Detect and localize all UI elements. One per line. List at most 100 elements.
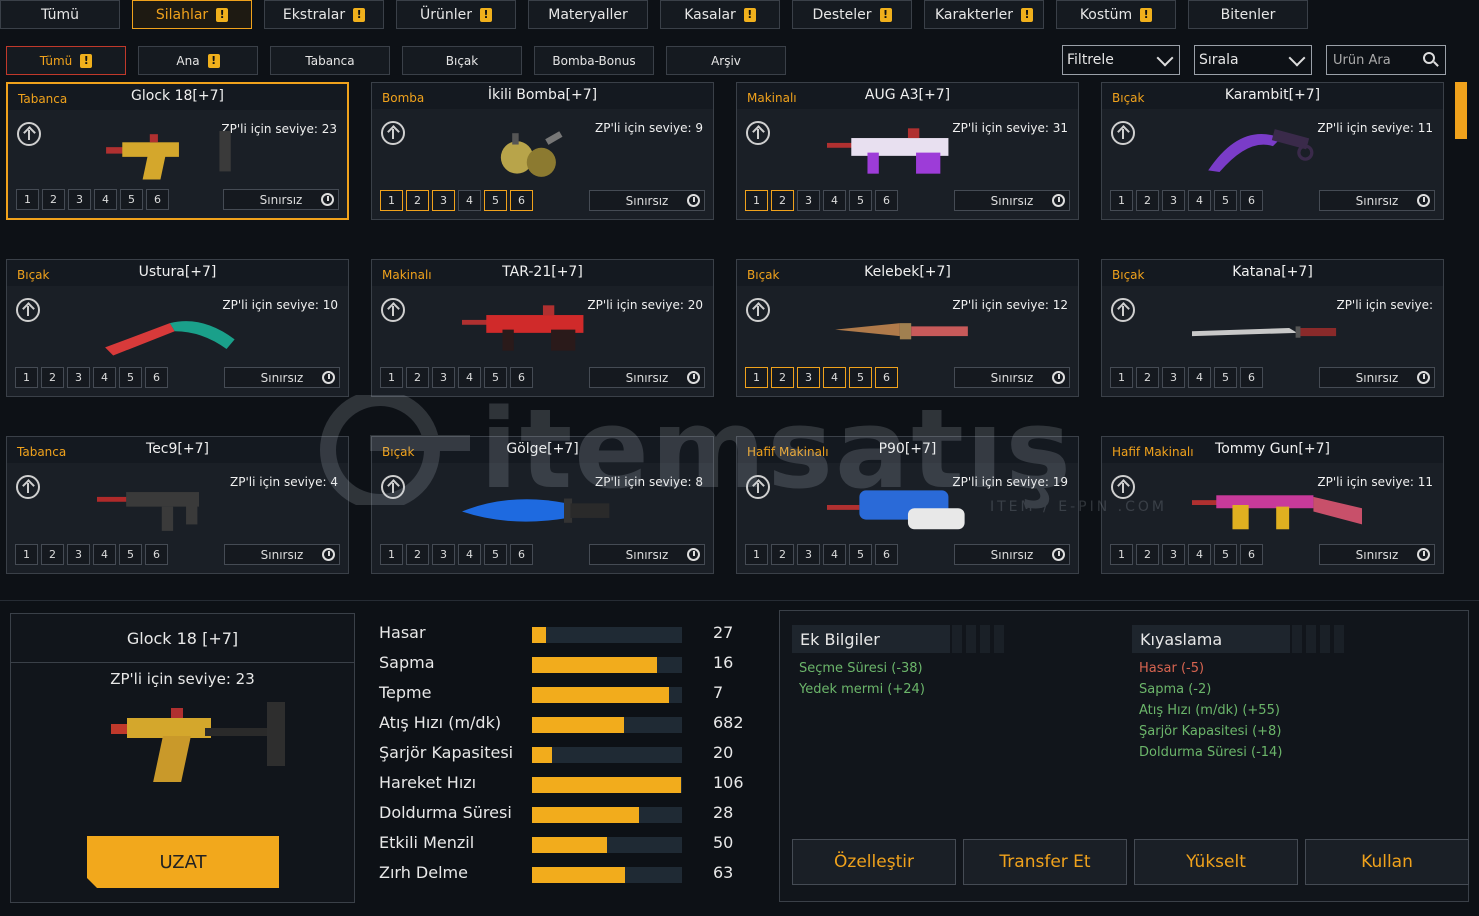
item-card[interactable]: Tabanca Tec9[+7] ZP'li için seviye: 4 12… bbox=[6, 436, 349, 574]
upgrade-slot[interactable]: 1 bbox=[380, 367, 403, 388]
upgrade-arrow-icon[interactable] bbox=[16, 298, 40, 322]
upgrade-slot[interactable]: 3 bbox=[67, 367, 90, 388]
scrollbar-thumb[interactable] bbox=[1455, 82, 1467, 139]
upgrade-slot[interactable]: 1 bbox=[745, 544, 768, 565]
upgrade-slot[interactable]: 2 bbox=[1136, 544, 1159, 565]
item-card[interactable]: Makinalı TAR-21[+7] ZP'li için seviye: 2… bbox=[371, 259, 714, 397]
upgrade-arrow-icon[interactable] bbox=[746, 121, 770, 145]
item-card[interactable]: Makinalı AUG A3[+7] ZP'li için seviye: 3… bbox=[736, 82, 1079, 220]
upgrade-slot[interactable]: 1 bbox=[1110, 190, 1133, 211]
upgrade-slot[interactable]: 2 bbox=[771, 190, 794, 211]
upgrade-slot[interactable]: 3 bbox=[1162, 190, 1185, 211]
upgrade-slot[interactable]: 1 bbox=[380, 190, 403, 211]
upgrade-slot[interactable]: 3 bbox=[432, 544, 455, 565]
upgrade-slot[interactable]: 2 bbox=[771, 544, 794, 565]
duration-box[interactable]: Sınırsız bbox=[589, 190, 705, 211]
upgrade-slot[interactable]: 4 bbox=[458, 190, 481, 211]
duration-box[interactable]: Sınırsız bbox=[954, 544, 1070, 565]
upgrade-arrow-icon[interactable] bbox=[1111, 475, 1135, 499]
upgrade-slot[interactable]: 4 bbox=[458, 544, 481, 565]
upgrade-slot[interactable]: 4 bbox=[823, 367, 846, 388]
upgrade-slot[interactable]: 2 bbox=[406, 544, 429, 565]
tab-4[interactable]: Materyaller bbox=[528, 0, 648, 29]
upgrade-arrow-icon[interactable] bbox=[381, 121, 405, 145]
upgrade-slot[interactable]: 4 bbox=[93, 544, 116, 565]
duration-box[interactable]: Sınırsız bbox=[1319, 190, 1435, 211]
upgrade-slot[interactable]: 5 bbox=[849, 367, 872, 388]
upgrade-slot[interactable]: 2 bbox=[42, 189, 65, 210]
upgrade-slot[interactable]: 1 bbox=[16, 189, 39, 210]
search-icon[interactable] bbox=[1423, 52, 1435, 64]
upgrade-slot[interactable]: 6 bbox=[510, 190, 533, 211]
upgrade-slot[interactable]: 3 bbox=[797, 190, 820, 211]
upgrade-slot[interactable]: 1 bbox=[1110, 367, 1133, 388]
upgrade-arrow-icon[interactable] bbox=[746, 298, 770, 322]
item-card[interactable]: Bıçak Gölge[+7] ZP'li için seviye: 8 123… bbox=[371, 436, 714, 574]
upgrade-slot[interactable]: 3 bbox=[432, 367, 455, 388]
action-button-2[interactable]: Yükselt bbox=[1134, 839, 1298, 885]
duration-box[interactable]: Sınırsız bbox=[224, 544, 340, 565]
upgrade-arrow-icon[interactable] bbox=[1111, 298, 1135, 322]
upgrade-slot[interactable]: 6 bbox=[145, 367, 168, 388]
upgrade-slot[interactable]: 1 bbox=[745, 190, 768, 211]
tab-2[interactable]: Ekstralar! bbox=[264, 0, 384, 29]
action-button-0[interactable]: Özelleştir bbox=[792, 839, 956, 885]
item-card[interactable]: Bıçak Katana[+7] ZP'li için seviye: 1234… bbox=[1101, 259, 1444, 397]
upgrade-slot[interactable]: 5 bbox=[1214, 190, 1237, 211]
upgrade-slot[interactable]: 1 bbox=[15, 544, 38, 565]
upgrade-slot[interactable]: 6 bbox=[875, 367, 898, 388]
upgrade-slot[interactable]: 6 bbox=[875, 544, 898, 565]
upgrade-arrow-icon[interactable] bbox=[746, 475, 770, 499]
subtab-1[interactable]: Ana! bbox=[138, 46, 258, 75]
item-card[interactable]: Bıçak Karambit[+7] ZP'li için seviye: 11… bbox=[1101, 82, 1444, 220]
extend-button[interactable]: UZAT bbox=[87, 836, 279, 888]
duration-box[interactable]: Sınırsız bbox=[1319, 544, 1435, 565]
action-button-1[interactable]: Transfer Et bbox=[963, 839, 1127, 885]
tab-5[interactable]: Kasalar! bbox=[660, 0, 780, 29]
upgrade-slot[interactable]: 6 bbox=[875, 190, 898, 211]
upgrade-slot[interactable]: 5 bbox=[119, 367, 142, 388]
upgrade-slot[interactable]: 4 bbox=[93, 367, 116, 388]
duration-box[interactable]: Sınırsız bbox=[1319, 367, 1435, 388]
upgrade-slot[interactable]: 6 bbox=[1240, 544, 1263, 565]
upgrade-slot[interactable]: 2 bbox=[406, 190, 429, 211]
upgrade-slot[interactable]: 1 bbox=[745, 367, 768, 388]
tab-3[interactable]: Ürünler! bbox=[396, 0, 516, 29]
tab-8[interactable]: Kostüm! bbox=[1056, 0, 1176, 29]
upgrade-slot[interactable]: 5 bbox=[1214, 367, 1237, 388]
upgrade-slot[interactable]: 5 bbox=[484, 190, 507, 211]
tab-0[interactable]: Tümü bbox=[0, 0, 120, 29]
sort-dropdown[interactable]: Sırala bbox=[1194, 45, 1312, 75]
tab-9[interactable]: Bitenler bbox=[1188, 0, 1308, 29]
item-card[interactable]: Tabanca Glock 18[+7] ZP'li için seviye: … bbox=[6, 82, 349, 220]
upgrade-slot[interactable]: 2 bbox=[1136, 190, 1159, 211]
upgrade-slot[interactable]: 6 bbox=[1240, 190, 1263, 211]
item-card[interactable]: Hafif Makinalı P90[+7] ZP'li için seviye… bbox=[736, 436, 1079, 574]
upgrade-arrow-icon[interactable] bbox=[1111, 121, 1135, 145]
item-card[interactable]: Hafif Makinalı Tommy Gun[+7] ZP'li için … bbox=[1101, 436, 1444, 574]
upgrade-slot[interactable]: 5 bbox=[1214, 544, 1237, 565]
duration-box[interactable]: Sınırsız bbox=[589, 367, 705, 388]
upgrade-slot[interactable]: 2 bbox=[1136, 367, 1159, 388]
upgrade-slot[interactable]: 1 bbox=[380, 544, 403, 565]
upgrade-slot[interactable]: 2 bbox=[771, 367, 794, 388]
duration-box[interactable]: Sınırsız bbox=[954, 367, 1070, 388]
upgrade-slot[interactable]: 3 bbox=[797, 367, 820, 388]
upgrade-arrow-icon[interactable] bbox=[381, 475, 405, 499]
upgrade-slot[interactable]: 3 bbox=[797, 544, 820, 565]
upgrade-slot[interactable]: 2 bbox=[41, 367, 64, 388]
subtab-2[interactable]: Tabanca bbox=[270, 46, 390, 75]
upgrade-slot[interactable]: 2 bbox=[406, 367, 429, 388]
upgrade-slot[interactable]: 5 bbox=[120, 189, 143, 210]
upgrade-slot[interactable]: 6 bbox=[1240, 367, 1263, 388]
upgrade-slot[interactable]: 4 bbox=[1188, 190, 1211, 211]
upgrade-slot[interactable]: 5 bbox=[484, 544, 507, 565]
upgrade-slot[interactable]: 6 bbox=[145, 544, 168, 565]
upgrade-arrow-icon[interactable] bbox=[381, 298, 405, 322]
filter-dropdown[interactable]: Filtrele bbox=[1062, 45, 1180, 75]
upgrade-slot[interactable]: 3 bbox=[1162, 367, 1185, 388]
upgrade-slot[interactable]: 5 bbox=[484, 367, 507, 388]
upgrade-slot[interactable]: 6 bbox=[510, 367, 533, 388]
upgrade-slot[interactable]: 1 bbox=[15, 367, 38, 388]
upgrade-slot[interactable]: 4 bbox=[458, 367, 481, 388]
